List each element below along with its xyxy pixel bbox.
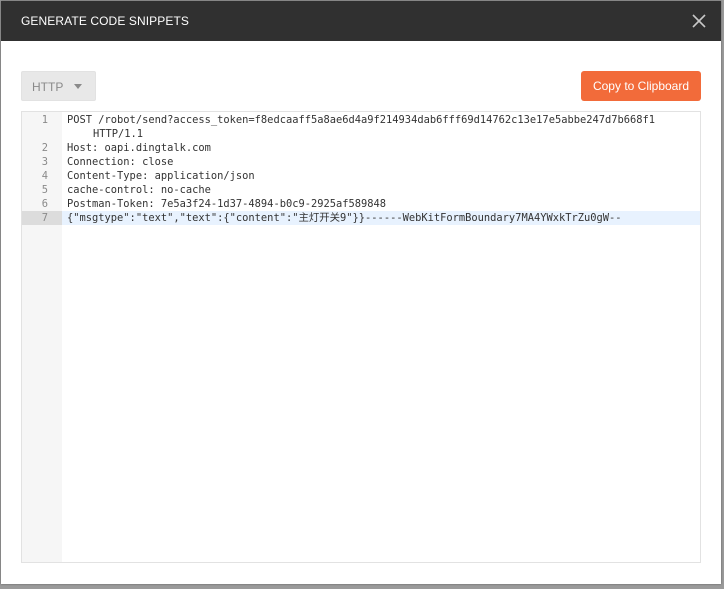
dialog-header: GENERATE CODE SNIPPETS <box>1 1 721 41</box>
code-line-4: 4 Content-Type: application/json <box>22 169 700 183</box>
generate-code-snippets-dialog: GENERATE CODE SNIPPETS HTTP Copy to Clip… <box>1 1 721 584</box>
language-select[interactable]: HTTP <box>21 71 96 101</box>
line-number: 4 <box>41 170 48 182</box>
language-select-value: HTTP <box>32 80 64 94</box>
dialog-title: GENERATE CODE SNIPPETS <box>21 14 190 28</box>
chevron-down-icon <box>74 84 82 89</box>
close-button[interactable] <box>689 11 709 31</box>
line-text-main: POST /robot/send?access_token=f8edcaaff5… <box>67 114 656 126</box>
line-number: 3 <box>41 156 48 168</box>
code-line-3: 3 Connection: close <box>22 155 700 169</box>
line-number: 1 <box>41 114 48 126</box>
close-icon <box>692 14 706 28</box>
line-text: Postman-Token: 7e5a3f24-1d37-4894-b0c9-2… <box>67 198 387 210</box>
line-text-continuation: HTTP/1.1 <box>93 128 144 140</box>
line-number: 6 <box>41 198 48 210</box>
line-text: cache-control: no-cache <box>67 184 211 196</box>
line-number: 5 <box>41 184 48 196</box>
code-editor[interactable]: 1 POST /robot/send?access_token=f8edcaaf… <box>21 111 701 563</box>
code-line-6: 6 Postman-Token: 7e5a3f24-1d37-4894-b0c9… <box>22 197 700 211</box>
line-number: 2 <box>41 142 48 154</box>
line-text: Host: oapi.dingtalk.com <box>67 142 211 154</box>
code-lines: 1 POST /robot/send?access_token=f8edcaaf… <box>22 113 700 225</box>
code-line-1: 1 POST /robot/send?access_token=f8edcaaf… <box>22 113 700 141</box>
line-text: {"msgtype":"text","text":{"content":"主灯开… <box>67 212 622 224</box>
copy-to-clipboard-button[interactable]: Copy to Clipboard <box>581 71 701 101</box>
line-text: POST /robot/send?access_token=f8edcaaff5… <box>67 113 697 141</box>
line-text: Connection: close <box>67 156 174 168</box>
line-text: Content-Type: application/json <box>67 170 255 182</box>
code-line-2: 2 Host: oapi.dingtalk.com <box>22 141 700 155</box>
line-number: 7 <box>22 211 62 225</box>
code-line-5: 5 cache-control: no-cache <box>22 183 700 197</box>
code-line-7-active: 7 {"msgtype":"text","text":{"content":"主… <box>22 211 700 225</box>
